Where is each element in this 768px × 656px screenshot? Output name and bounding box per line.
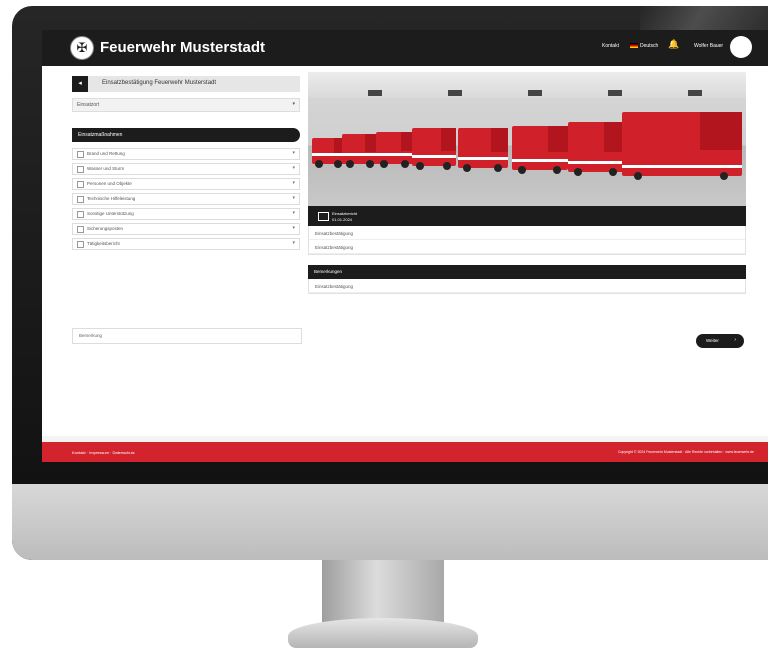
fire-truck <box>458 128 508 172</box>
fire-truck <box>376 132 414 168</box>
list-item[interactable]: Wasser und Sturm ▾ <box>72 163 300 175</box>
list-item[interactable]: Personen und Objekte ▾ <box>72 178 300 190</box>
chevron-right-icon: › <box>734 337 736 343</box>
list-item-label: Sonstige Unterstützung <box>87 211 134 216</box>
fire-truck <box>512 126 568 174</box>
checkbox[interactable] <box>77 166 84 173</box>
chevron-down-icon: ▾ <box>292 210 295 216</box>
fire-department-logo-icon[interactable]: ✠ <box>70 36 94 60</box>
fire-truck <box>412 128 456 170</box>
checkbox[interactable] <box>77 226 84 233</box>
checkbox[interactable] <box>77 211 84 218</box>
fire-trucks-photo <box>308 72 746 206</box>
list-item-label: Sicherungsposten <box>87 226 124 231</box>
language-label: Deutsch <box>640 43 659 49</box>
next-button[interactable]: Weiter › <box>696 334 744 348</box>
chevron-down-icon: ▾ <box>292 180 295 186</box>
list-item-label: Technische Hilfeleistung <box>87 196 136 201</box>
remark-input-placeholder: Bemerkung <box>79 333 103 338</box>
chevron-down-icon: ▾ <box>292 195 295 201</box>
next-button-label: Weiter <box>706 338 719 343</box>
chevron-down-icon: ▾ <box>292 165 295 171</box>
german-flag-icon <box>630 43 638 49</box>
sidebar-title-bar: ◂ Einsatzbestätigung Feuerwehr Mustersta… <box>72 76 300 92</box>
screen: ✠ Feuerwehr Musterstadt Kontakt Deutsch … <box>42 30 768 462</box>
building-window <box>528 90 542 96</box>
list-item-label: Brand und Rettung <box>87 151 125 156</box>
monitor-chin <box>12 484 768 560</box>
remark-input[interactable]: Bemerkung <box>72 328 302 344</box>
building-window <box>608 90 622 96</box>
fire-truck <box>312 138 346 168</box>
main-content: ◂ Einsatzbestätigung Feuerwehr Mustersta… <box>42 66 768 436</box>
app-footer: Kontakt · Impressum · Datenschutz Copyri… <box>42 442 768 462</box>
list-item[interactable]: Brand und Rettung ▾ <box>72 148 300 160</box>
section-title: Einsatzmaßnahmen <box>78 132 123 138</box>
back-icon[interactable]: ◂ <box>72 76 88 92</box>
app-header: ✠ Feuerwehr Musterstadt Kontakt Deutsch … <box>42 30 768 66</box>
list-item-label: Tätigkeitsbericht <box>87 241 120 246</box>
details-row[interactable]: Einsatzbestätigung <box>309 240 745 254</box>
list-item[interactable]: Sicherungsposten ▾ <box>72 223 300 235</box>
location-select[interactable]: Einsatzort ▾ <box>72 98 300 112</box>
calendar-icon <box>318 212 329 221</box>
location-select-value: Einsatzort <box>77 102 100 108</box>
checkbox[interactable] <box>77 151 84 158</box>
chevron-down-icon: ▾ <box>292 225 295 231</box>
caption-date: 01.01.2024 <box>332 217 353 222</box>
right-panel: Einsatzbericht 01.01.2024 Einsatzbestäti… <box>308 72 746 294</box>
checkbox[interactable] <box>77 181 84 188</box>
remarks-header: Bemerkungen <box>308 265 746 279</box>
remarks-card: Einsatzbestätigung <box>308 279 746 294</box>
nav-language-link[interactable]: Deutsch <box>630 43 658 49</box>
user-avatar[interactable] <box>730 36 752 58</box>
list-item[interactable]: Tätigkeitsbericht ▾ <box>72 238 300 250</box>
user-name[interactable]: Wolfer Bauer <box>694 43 723 49</box>
building-window <box>368 90 382 96</box>
measures-section-header: Einsatzmaßnahmen <box>72 128 300 142</box>
details-card: Einsatzbestätigung Einsatzbestätigung <box>308 226 746 255</box>
checkbox[interactable] <box>77 196 84 203</box>
building-window <box>688 90 702 96</box>
fire-truck <box>568 122 624 176</box>
brand-title[interactable]: Feuerwehr Musterstadt <box>100 39 265 56</box>
chevron-down-icon: ▾ <box>292 101 295 107</box>
list-item[interactable]: Sonstige Unterstützung ▾ <box>72 208 300 220</box>
remarks-title: Bemerkungen <box>314 269 343 274</box>
photo-caption-bar: Einsatzbericht 01.01.2024 <box>308 206 746 226</box>
footer-copyright: Copyright © 2024 Feuerwehr Musterstadt ·… <box>617 450 754 454</box>
chevron-down-icon: ▾ <box>292 150 295 156</box>
remarks-row[interactable]: Einsatzbestätigung <box>309 279 745 293</box>
remarks-block: Bemerkungen Einsatzbestätigung <box>308 265 746 294</box>
chevron-down-icon: ▾ <box>292 240 295 246</box>
sidebar-title: Einsatzbestätigung Feuerwehr Musterstadt <box>102 80 217 86</box>
fire-truck <box>622 112 742 180</box>
building-window <box>448 90 462 96</box>
list-item[interactable]: Technische Hilfeleistung ▾ <box>72 193 300 205</box>
fire-truck <box>342 134 378 168</box>
measures-list: Brand und Rettung ▾ Wasser und Sturm ▾ Per… <box>72 148 300 250</box>
notification-bell-icon[interactable]: 🔔 <box>668 40 679 49</box>
left-panel: ◂ Einsatzbestätigung Feuerwehr Mustersta… <box>72 76 300 253</box>
monitor-stand-base <box>288 618 478 648</box>
list-item-label: Personen und Objekte <box>87 181 132 186</box>
monitor-stand-neck <box>322 560 444 622</box>
nav-contact-link[interactable]: Kontakt <box>602 43 619 49</box>
details-row[interactable]: Einsatzbestätigung <box>309 226 745 240</box>
list-item-label: Wasser und Sturm <box>87 166 125 171</box>
footer-links[interactable]: Kontakt · Impressum · Datenschutz <box>72 450 135 455</box>
caption-title: Einsatzbericht <box>332 211 358 216</box>
checkbox[interactable] <box>77 241 84 248</box>
